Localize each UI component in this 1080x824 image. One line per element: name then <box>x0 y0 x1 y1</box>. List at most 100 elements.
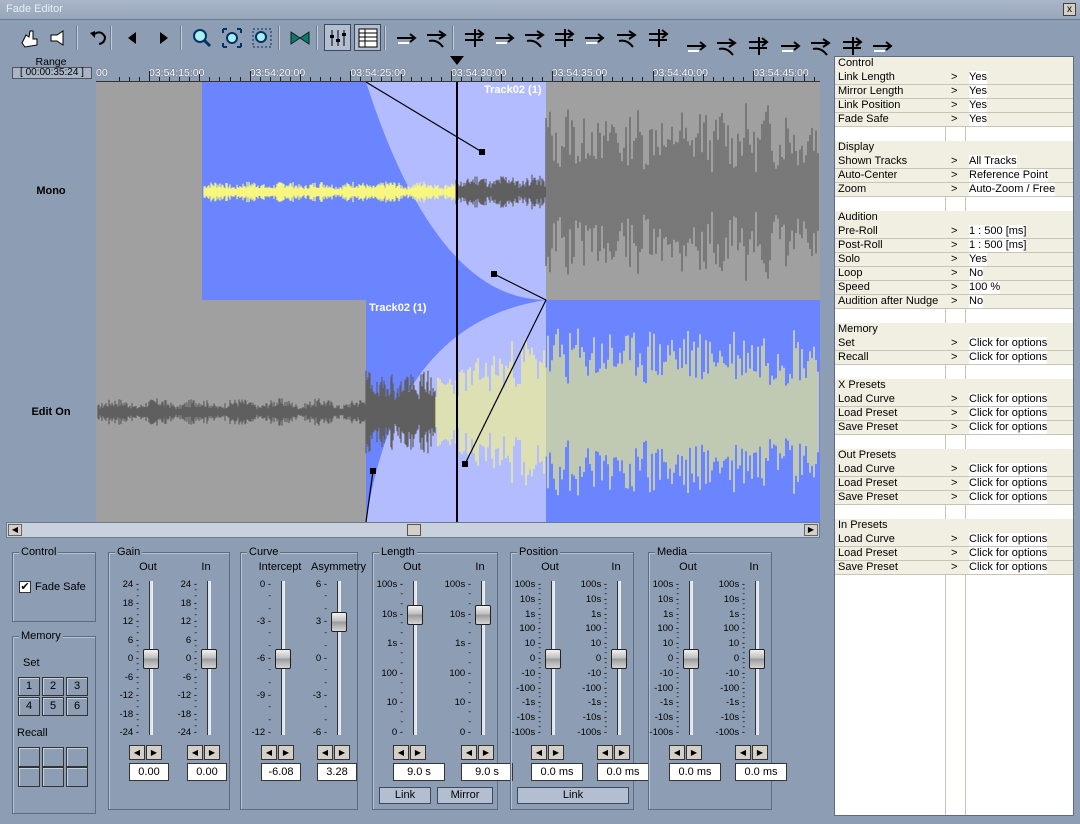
panel-row-expand-icon[interactable]: > <box>951 267 957 280</box>
panel-row-link-length[interactable]: Link Length > Yes <box>835 71 1073 85</box>
position-in-increase-button[interactable]: ▶ <box>614 745 630 760</box>
panel-row-load-curve[interactable]: Load Curve > Click for options <box>835 463 1073 477</box>
panel-row-value[interactable]: Click for options <box>969 337 1048 350</box>
align-4-button[interactable] <box>550 24 577 51</box>
gain-in-increase-button[interactable]: ▶ <box>204 745 220 760</box>
position-out-decrease-button[interactable]: ◀ <box>531 745 547 760</box>
panel-row-recall[interactable]: Recall > Click for options <box>835 351 1073 365</box>
align-6-button[interactable] <box>612 24 639 51</box>
waveform-area[interactable]: Track02 (1) Track02 (1) <box>96 82 820 522</box>
zoom-button[interactable] <box>188 24 215 51</box>
fade-shape-2-button[interactable] <box>422 24 449 51</box>
panel-row-expand-icon[interactable]: > <box>951 183 957 196</box>
panel-row-value[interactable]: 1 : 500 [ms] <box>969 239 1027 252</box>
panel-row-auto-center[interactable]: Auto-Center > Reference Point <box>835 169 1073 183</box>
gain-out-knob[interactable] <box>143 649 159 669</box>
panel-row-load-preset[interactable]: Load Preset > Click for options <box>835 477 1073 491</box>
panel-row-load-preset[interactable]: Load Preset > Click for options <box>835 547 1073 561</box>
gain-out-decrease-button[interactable]: ◀ <box>129 745 145 760</box>
length-in-decrease-button[interactable]: ◀ <box>461 745 477 760</box>
panel-row-speed[interactable]: Speed >100 % <box>835 281 1073 295</box>
undo-button[interactable] <box>84 24 111 51</box>
panel-row-load-curve[interactable]: Load Curve > Click for options <box>835 393 1073 407</box>
table-view-button[interactable] <box>354 24 381 51</box>
panel-section-memory[interactable]: Memory <box>835 323 1073 337</box>
scroll-thumb[interactable] <box>407 524 421 536</box>
panel-row-load-preset[interactable]: Load Preset > Click for options <box>835 407 1073 421</box>
gain-in-value[interactable]: 0.00 <box>187 763 227 781</box>
memory-set-5-button[interactable]: 5 <box>42 697 64 716</box>
memory-recall-1-button[interactable] <box>18 747 40 767</box>
panel-row-value[interactable]: Auto-Zoom / Free <box>969 183 1056 196</box>
panel-row-save-preset[interactable]: Save Preset > Click for options <box>835 491 1073 505</box>
panel-row-pre-roll[interactable]: Pre-Roll >1 : 500 [ms] <box>835 225 1073 239</box>
panel-row-expand-icon[interactable]: > <box>951 477 957 490</box>
panel-row-expand-icon[interactable]: > <box>951 421 957 434</box>
panel-row-value[interactable]: Yes <box>969 85 987 98</box>
timeline-ruler[interactable]: 00 03:54:15:00 03:54:20:00 03:54:25:00 03:54… <box>96 56 820 82</box>
panel-row-value[interactable]: Yes <box>969 71 987 84</box>
panel-section-display[interactable]: Display <box>835 141 1073 155</box>
panel-row-expand-icon[interactable]: > <box>951 491 957 504</box>
panel-row-save-preset[interactable]: Save Preset > Click for options <box>835 561 1073 575</box>
position-out-value[interactable]: 0.0 ms <box>531 763 583 781</box>
horizontal-scrollbar[interactable]: ◀ ▶ <box>6 522 820 538</box>
position-link-button[interactable]: Link <box>517 787 629 804</box>
memory-set-6-button[interactable]: 6 <box>66 697 88 716</box>
nudge-5-button[interactable] <box>806 32 833 59</box>
panel-row-value[interactable]: Click for options <box>969 351 1048 364</box>
align-2-button[interactable] <box>490 24 517 51</box>
nudge-6-button[interactable] <box>838 32 865 59</box>
media-in-decrease-button[interactable]: ◀ <box>735 745 751 760</box>
position-in-knob[interactable] <box>611 649 627 669</box>
position-out-knob[interactable] <box>545 649 561 669</box>
length-link-button[interactable]: Link <box>379 787 431 804</box>
panel-row-value[interactable]: Click for options <box>969 477 1048 490</box>
next-button[interactable] <box>150 24 177 51</box>
zoom-fit-button[interactable] <box>218 24 245 51</box>
panel-row-save-preset[interactable]: Save Preset > Click for options <box>835 421 1073 435</box>
gain-out-increase-button[interactable]: ▶ <box>146 745 162 760</box>
curve-intercept-increase-button[interactable]: ▶ <box>278 745 294 760</box>
panel-row-fade-safe[interactable]: Fade Safe > Yes <box>835 113 1073 127</box>
memory-set-4-button[interactable]: 4 <box>18 697 40 716</box>
sliders-view-button[interactable] <box>324 24 351 51</box>
curve-asymmetry-increase-button[interactable]: ▶ <box>334 745 350 760</box>
curve-intercept-value[interactable]: -6.08 <box>261 763 301 781</box>
panel-section-out-presets[interactable]: Out Presets <box>835 449 1073 463</box>
panel-row-post-roll[interactable]: Post-Roll >1 : 500 [ms] <box>835 239 1073 253</box>
panel-row-value[interactable]: Click for options <box>969 491 1048 504</box>
media-in-knob[interactable] <box>749 649 765 669</box>
panel-row-mirror-length[interactable]: Mirror Length > Yes <box>835 85 1073 99</box>
length-mirror-button[interactable]: Mirror <box>437 787 493 804</box>
panel-row-value[interactable]: Yes <box>969 253 987 266</box>
memory-set-1-button[interactable]: 1 <box>18 677 40 696</box>
panel-row-expand-icon[interactable]: > <box>951 393 957 406</box>
panel-row-expand-icon[interactable]: > <box>951 533 957 546</box>
media-out-knob[interactable] <box>683 649 699 669</box>
curve-intercept-knob[interactable] <box>275 649 291 669</box>
panel-row-set[interactable]: Set > Click for options <box>835 337 1073 351</box>
panel-row-value[interactable]: Reference Point <box>969 169 1048 182</box>
length-out-knob[interactable] <box>407 604 423 625</box>
media-out-decrease-button[interactable]: ◀ <box>669 745 685 760</box>
curve-asymmetry-decrease-button[interactable]: ◀ <box>317 745 333 760</box>
panel-row-value[interactable]: Click for options <box>969 407 1048 420</box>
length-out-value[interactable]: 9.0 s <box>393 763 445 781</box>
panel-row-expand-icon[interactable]: > <box>951 239 957 252</box>
panel-row-loop[interactable]: Loop > No <box>835 267 1073 281</box>
position-out-increase-button[interactable]: ▶ <box>548 745 564 760</box>
length-out-increase-button[interactable]: ▶ <box>410 745 426 760</box>
panel-row-value[interactable]: Yes <box>969 113 987 126</box>
length-in-increase-button[interactable]: ▶ <box>478 745 494 760</box>
media-out-value[interactable]: 0.0 ms <box>669 763 721 781</box>
panel-row-expand-icon[interactable]: > <box>951 113 957 126</box>
panel-row-link-position[interactable]: Link Position > Yes <box>835 99 1073 113</box>
prev-button[interactable] <box>118 24 145 51</box>
curve-asymmetry-knob[interactable] <box>331 612 347 632</box>
panel-row-solo[interactable]: Solo > Yes <box>835 253 1073 267</box>
curve-asymmetry-value[interactable]: 3.28 <box>317 763 357 781</box>
panel-row-zoom[interactable]: Zoom > Auto-Zoom / Free <box>835 183 1073 197</box>
panel-row-audition-after-nudge[interactable]: Audition after Nudge > No <box>835 295 1073 309</box>
panel-row-value[interactable]: Yes <box>969 99 987 112</box>
